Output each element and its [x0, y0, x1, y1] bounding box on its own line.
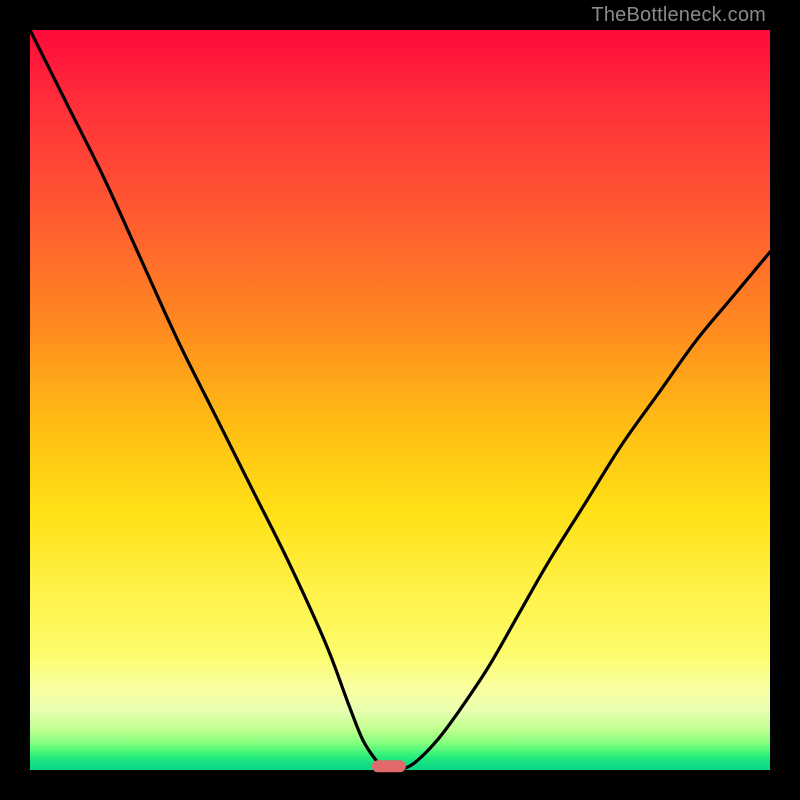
bottleneck-curve-path — [30, 30, 770, 771]
chart-frame: TheBottleneck.com — [0, 0, 800, 800]
watermark-text: TheBottleneck.com — [591, 4, 766, 27]
bottleneck-curve-svg — [30, 30, 770, 770]
optimum-marker — [372, 760, 406, 772]
plot-area — [30, 30, 770, 770]
